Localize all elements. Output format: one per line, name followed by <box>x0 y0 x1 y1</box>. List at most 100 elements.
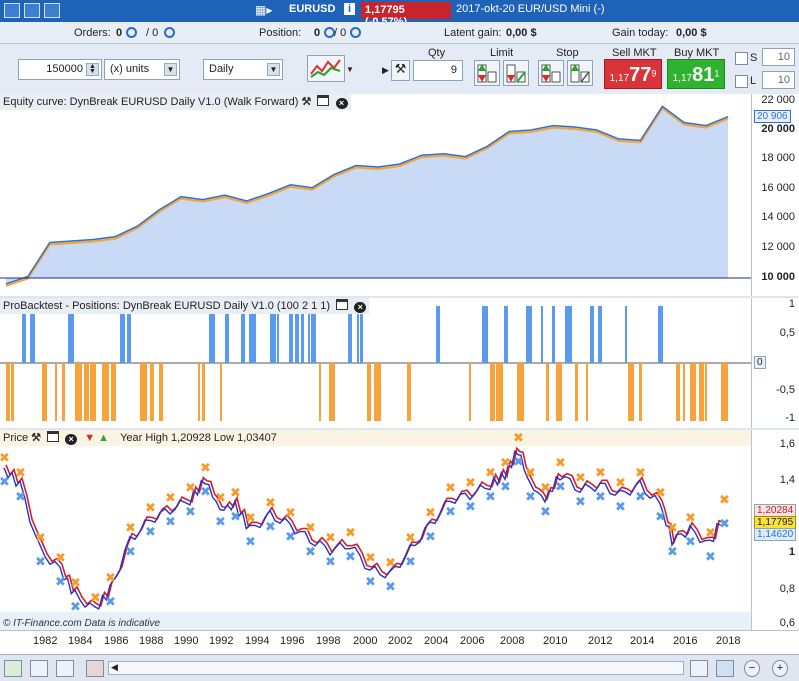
close-panel-icon[interactable]: × <box>65 434 78 445</box>
long-signal-marker: ✖ <box>485 490 496 505</box>
long-position-bar <box>68 306 74 363</box>
orders-gear-icon[interactable] <box>126 27 137 40</box>
short-signal-marker: ✖ <box>655 486 666 501</box>
s-checkbox[interactable] <box>735 52 748 65</box>
long-signal-marker: ✖ <box>35 555 46 570</box>
short-position-bar <box>11 363 14 421</box>
equity-panel-header: Equity curve: DynBreak EURUSD Daily V1.0… <box>0 94 351 110</box>
l-value: 10 <box>777 74 790 86</box>
short-signal-marker: ✖ <box>500 456 511 471</box>
close-panel-icon[interactable]: × <box>354 302 367 313</box>
short-signal-marker: ✖ <box>513 431 524 446</box>
short-signal-marker: ✖ <box>635 466 646 481</box>
y-tick: 14 000 <box>761 211 795 223</box>
long-signal-marker: ✖ <box>405 555 416 570</box>
long-signal-marker: ✖ <box>425 530 436 545</box>
wrench-icon[interactable]: ⚒ <box>302 96 312 108</box>
instrument-icon[interactable]: ▦▸ <box>255 3 272 17</box>
long-position-bar <box>277 306 279 363</box>
scroll-left-icon[interactable]: ◀ <box>111 662 118 673</box>
short-position-bar <box>42 363 47 421</box>
long-signal-marker: ✖ <box>265 520 276 535</box>
crosshair-icon[interactable] <box>690 660 708 677</box>
equity-area <box>6 106 728 284</box>
sell-arrow-icon[interactable]: ▼ <box>84 432 95 444</box>
indicator-button[interactable] <box>307 55 345 82</box>
info-icon[interactable]: i <box>344 3 355 15</box>
units-select[interactable]: (x) units ▼ <box>104 59 180 80</box>
long-position-bar <box>120 306 125 363</box>
y-tick: -1 <box>785 412 795 424</box>
buy-price-prefix: 1,17 <box>672 73 693 84</box>
stop-sell-button[interactable] <box>567 60 593 86</box>
orders-total-gear-icon[interactable] <box>164 27 175 40</box>
long-signal-marker: ✖ <box>165 515 176 530</box>
symbol-label[interactable]: EURUSD <box>289 3 335 15</box>
long-signal-marker: ✖ <box>575 495 586 510</box>
price-chart[interactable]: ✖ ✖ ✖ ✖ ✖ ✖ ✖ ✖ ✖ ✖ ✖ ✖ ✖ ✖ ✖ ✖ ✖ ✖ ✖ ✖ ✖ ✖ ✖ ✖ ✖ ✖ ✖ ✖ ✖ ✖ ✖ ✖ ✖ ✖ ✖ ✖ ✖ ✖ ✖ ✖… <box>0 430 751 630</box>
maximize-panel-icon[interactable] <box>336 299 349 310</box>
wrench-icon[interactable]: ⚒ <box>31 432 41 444</box>
short-position-bar <box>198 363 200 421</box>
long-signal-marker: ✖ <box>719 517 730 532</box>
stop-buy-button[interactable] <box>538 60 564 86</box>
short-signal-marker: ✖ <box>0 451 10 466</box>
order-settings-button[interactable]: ⚒ <box>391 60 410 81</box>
limit-buy-button[interactable] <box>474 60 500 86</box>
trade-markers: ✖ ✖ ✖ ✖ ✖ ✖ ✖ ✖ ✖ ✖ ✖ ✖ ✖ ✖ ✖ ✖ ✖ ✖ ✖ ✖ ✖ ✖ ✖ ✖ ✖ ✖ ✖ ✖ ✖ ✖ ✖ ✖ ✖ ✖ ✖ ✖ ✖ ✖ ✖ ✖… <box>0 431 730 630</box>
window-menu-icon[interactable] <box>4 3 20 18</box>
refresh-icon[interactable] <box>4 660 22 677</box>
buy-market-button[interactable]: 1,17811 <box>667 59 725 89</box>
short-signal-marker: ✖ <box>705 526 716 541</box>
limit-sell-button[interactable] <box>503 60 529 86</box>
positions-chart[interactable] <box>0 298 751 428</box>
short-position-bar <box>690 363 696 421</box>
short-position-bar <box>329 363 335 421</box>
y-tick: 10 000 <box>761 271 795 283</box>
period-select[interactable]: Daily ▼ <box>203 59 283 80</box>
long-signal-marker: ✖ <box>685 535 696 550</box>
short-position-bar <box>517 363 524 421</box>
maximize-panel-icon[interactable] <box>47 431 60 442</box>
long-signal-marker: ✖ <box>305 545 316 560</box>
qty-input[interactable]: 9 <box>413 60 463 81</box>
l-input[interactable]: 10 <box>762 71 795 89</box>
buy-arrow-icon[interactable]: ▲ <box>98 432 109 444</box>
time-axis[interactable]: 1982 1984 1986 1988 1990 1992 1994 1996 … <box>0 630 799 654</box>
export-icon[interactable] <box>30 660 48 677</box>
zoom-fit-icon[interactable] <box>716 660 734 677</box>
expand-arrow-icon[interactable]: ▶ <box>382 65 389 76</box>
short-signal-marker: ✖ <box>325 531 336 546</box>
long-position-bar <box>225 306 229 363</box>
amount-stepper-icon[interactable]: ▲ ▼ <box>86 63 99 76</box>
close-panel-icon[interactable]: × <box>335 98 348 109</box>
zoom-in-icon[interactable]: + <box>772 660 788 677</box>
short-signal-marker: ✖ <box>145 501 156 516</box>
maximize-panel-icon[interactable] <box>317 95 330 106</box>
short-position-bar <box>62 363 65 421</box>
equity-chart[interactable] <box>0 94 751 296</box>
s-input[interactable]: 10 <box>762 48 795 66</box>
sell-market-button[interactable]: 1,17779 <box>604 59 662 89</box>
report-icon[interactable] <box>56 660 74 677</box>
horizontal-scrollbar[interactable]: ◀ <box>108 661 684 675</box>
minimize-icon[interactable] <box>24 3 40 18</box>
short-signal-marker: ✖ <box>615 476 626 491</box>
indicator-dropdown-icon[interactable]: ▼ <box>346 65 354 74</box>
short-position-bar <box>90 363 96 421</box>
y-tick: 1,6 <box>779 438 795 450</box>
table-icon[interactable] <box>86 660 104 677</box>
amount-input[interactable]: 150000 ▲ ▼ <box>18 59 102 80</box>
short-signal-marker: ✖ <box>485 466 496 481</box>
y-tick: 0,6 <box>779 617 795 629</box>
x-tick: 1992 <box>209 635 234 647</box>
l-checkbox[interactable] <box>735 75 748 88</box>
price-panel: ✖ ✖ ✖ ✖ ✖ ✖ ✖ ✖ ✖ ✖ ✖ ✖ ✖ ✖ ✖ ✖ ✖ ✖ ✖ ✖ ✖ ✖ ✖ ✖ ✖ ✖ ✖ ✖ ✖ ✖ ✖ ✖ ✖ ✖ ✖ ✖ ✖ ✖ ✖ ✖… <box>0 430 799 630</box>
bottom-toolbar: ◀ − + <box>0 654 799 681</box>
maximize-icon[interactable] <box>44 3 60 18</box>
short-signal-marker: ✖ <box>165 491 176 506</box>
zoom-out-icon[interactable]: − <box>744 660 760 677</box>
position-total-gear-icon[interactable] <box>350 27 361 40</box>
short-signal-marker: ✖ <box>185 481 196 496</box>
short-signal-marker: ✖ <box>55 551 66 566</box>
